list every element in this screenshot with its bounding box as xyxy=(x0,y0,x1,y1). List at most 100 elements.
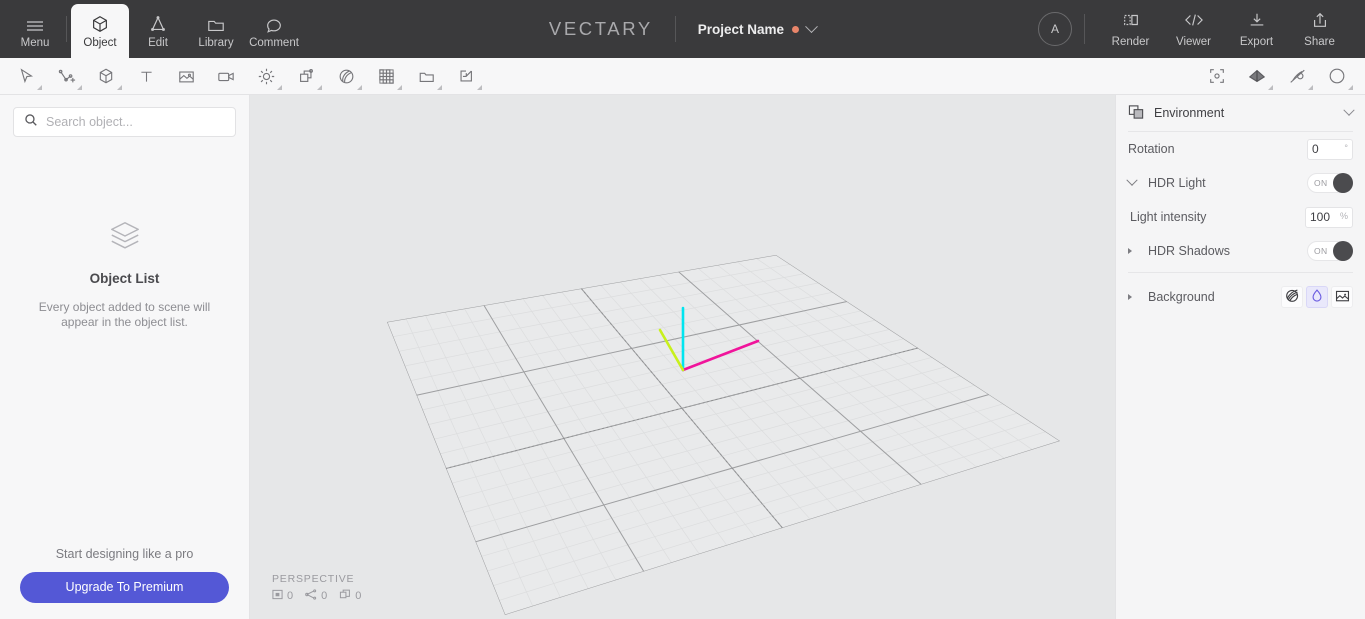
light-intensity-value: 100 xyxy=(1310,210,1331,224)
chevron-down-icon xyxy=(805,19,818,33)
export-button[interactable]: Export xyxy=(1225,11,1288,48)
cube-icon xyxy=(90,13,110,34)
hdr-shadows-label: HDR Shadows xyxy=(1148,244,1230,258)
background-label: Background xyxy=(1148,290,1215,304)
triangle-vertices-icon xyxy=(148,13,168,34)
header-actions: Render Viewer Export Share xyxy=(1099,11,1351,48)
export-label: Export xyxy=(1239,35,1274,48)
text-tool[interactable] xyxy=(126,60,166,93)
render-button[interactable]: Render xyxy=(1099,11,1162,48)
texture-checker-tool[interactable] xyxy=(366,60,406,93)
import-tool[interactable] xyxy=(446,60,486,93)
duplicate-tool[interactable] xyxy=(286,60,326,93)
material-tool[interactable] xyxy=(326,60,366,93)
objects-counter: 0 xyxy=(339,589,361,603)
avatar-initial: A xyxy=(1050,22,1059,36)
shading-tool[interactable] xyxy=(1237,60,1277,93)
toolbar-right-group xyxy=(1197,60,1365,93)
light-intensity-input[interactable]: 100 % xyxy=(1305,206,1353,228)
tab-object[interactable]: Object xyxy=(71,4,129,58)
environment-panel-header[interactable]: Environment xyxy=(1128,95,1355,132)
upsell-text: Start designing like a pro xyxy=(55,547,194,561)
folder-group-tool[interactable] xyxy=(406,60,446,93)
primitive-cube-tool[interactable] xyxy=(86,60,126,93)
background-expand-toggle[interactable] xyxy=(1128,294,1140,300)
hdr-light-label: HDR Light xyxy=(1148,176,1206,190)
row-background: Background xyxy=(1128,277,1353,317)
add-vertex-tool[interactable] xyxy=(46,60,86,93)
empty-state-title: Object List xyxy=(89,271,160,286)
search-box[interactable] xyxy=(13,107,236,137)
object-list-panel: Object List Every object added to scene … xyxy=(0,95,250,619)
orbit-sphere-tool[interactable] xyxy=(1317,60,1357,93)
camera-tool[interactable] xyxy=(206,60,246,93)
tab-menu-label: Menu xyxy=(20,37,50,49)
viewer-button[interactable]: Viewer xyxy=(1162,11,1225,48)
grid-plane xyxy=(387,255,1060,615)
environment-panel-title: Environment xyxy=(1154,106,1225,120)
tab-object-label: Object xyxy=(83,37,117,49)
header-right-group: A Render Viewer Export Share xyxy=(1038,0,1365,58)
empty-state-description: Every object added to scene will appear … xyxy=(38,300,211,330)
header-divider-2 xyxy=(674,16,676,42)
rotation-input[interactable]: 0 ° xyxy=(1307,138,1353,160)
avatar[interactable]: A xyxy=(1038,12,1072,46)
objects-icon xyxy=(339,589,351,603)
image-icon xyxy=(1335,289,1350,306)
hdr-light-toggle-state: ON xyxy=(1314,178,1328,188)
image-tool[interactable] xyxy=(166,60,206,93)
select-cursor-tool[interactable] xyxy=(6,60,46,93)
hdr-shadows-toggle[interactable]: ON xyxy=(1307,241,1353,261)
background-hdr-sphere-button[interactable] xyxy=(1281,286,1303,308)
toggle-knob xyxy=(1333,173,1353,193)
render-split-icon xyxy=(1121,11,1141,32)
tab-menu[interactable]: Menu xyxy=(6,4,64,58)
3d-viewport[interactable]: PERSPECTIVE 0 0 0 xyxy=(250,95,1115,619)
viewer-label: Viewer xyxy=(1176,35,1211,48)
row-rotation: Rotation 0 ° xyxy=(1128,132,1353,166)
project-name-dropdown[interactable]: Project Name xyxy=(698,19,818,37)
environment-panel: Environment Rotation 0 ° HDR Light ON Li… xyxy=(1115,95,1365,619)
search-icon xyxy=(24,113,38,132)
camera-mode-label: PERSPECTIVE xyxy=(272,573,355,585)
row-hdr-light: HDR Light ON xyxy=(1126,166,1353,200)
background-color-button[interactable] xyxy=(1306,286,1328,308)
folder-icon xyxy=(206,13,226,34)
code-brackets-icon xyxy=(1183,11,1205,32)
panel-divider xyxy=(1128,272,1353,273)
hdr-light-expand-toggle[interactable] xyxy=(1126,174,1140,187)
background-image-button[interactable] xyxy=(1331,286,1353,308)
light-tool[interactable] xyxy=(246,60,286,93)
tab-edit[interactable]: Edit xyxy=(129,4,187,58)
toggle-knob xyxy=(1333,241,1353,261)
tab-library[interactable]: Library xyxy=(187,4,245,58)
hdr-shadows-expand-toggle[interactable] xyxy=(1128,248,1140,254)
tab-comment-label: Comment xyxy=(249,37,299,49)
tab-comment[interactable]: Comment xyxy=(245,4,303,58)
hdr-shadows-toggle-state: ON xyxy=(1314,246,1328,256)
edges-value: 0 xyxy=(321,590,328,602)
hdr-light-toggle[interactable]: ON xyxy=(1307,173,1353,193)
rotation-value: 0 xyxy=(1312,142,1319,156)
chevron-down-icon[interactable] xyxy=(1343,104,1355,116)
light-intensity-unit: % xyxy=(1339,210,1348,221)
rotation-label: Rotation xyxy=(1128,142,1175,156)
search-input[interactable] xyxy=(46,115,225,129)
vectary-editor-app: Menu Object Edit Library Comment VECTARY… xyxy=(0,0,1365,619)
viewport-scene xyxy=(387,255,1060,615)
download-icon xyxy=(1247,11,1267,32)
header-divider-3 xyxy=(1084,14,1085,44)
search-area xyxy=(0,95,249,137)
viewport-status-info: PERSPECTIVE 0 0 0 xyxy=(272,573,361,603)
share-button[interactable]: Share xyxy=(1288,11,1351,48)
vectary-logo: VECTARY xyxy=(548,18,653,39)
upgrade-to-premium-button[interactable]: Upgrade To Premium xyxy=(20,572,229,603)
focus-frame-tool[interactable] xyxy=(1197,60,1237,93)
header-divider-1 xyxy=(66,16,67,42)
object-list-empty-state: Object List Every object added to scene … xyxy=(0,219,249,330)
snap-disabled-tool[interactable] xyxy=(1277,60,1317,93)
chevron-right-icon xyxy=(1128,248,1132,254)
vertices-icon xyxy=(272,589,283,603)
tab-library-label: Library xyxy=(198,37,234,49)
vertices-counter: 0 xyxy=(272,589,293,603)
